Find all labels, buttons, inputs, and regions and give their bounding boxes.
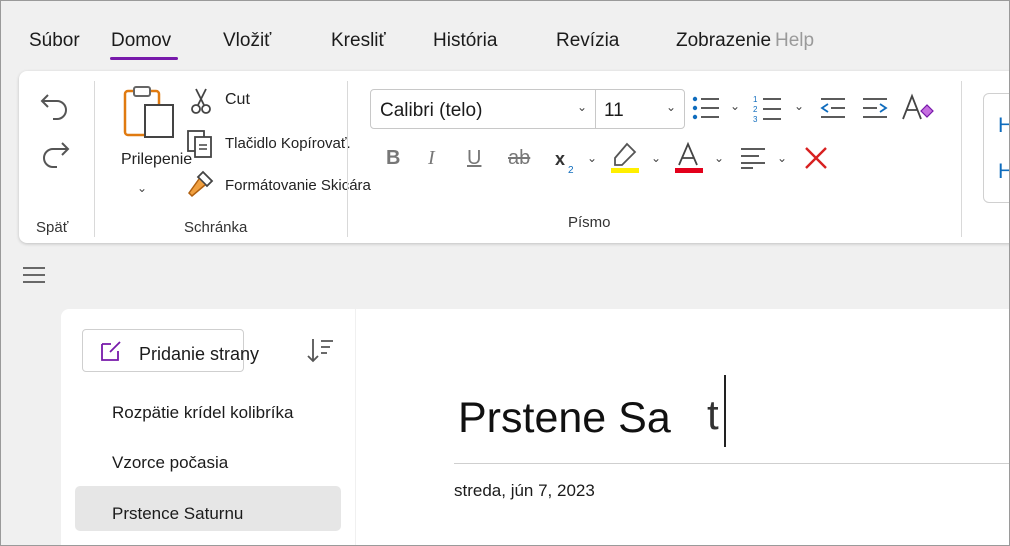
page-item-label: Prstence Saturnu	[112, 504, 244, 523]
add-page-button[interactable]: Pridanie strany	[82, 329, 259, 372]
svg-text:3: 3	[753, 115, 758, 123]
subscript-icon[interactable]: x 2	[553, 147, 579, 175]
font-group-label: Písmo	[568, 214, 611, 231]
underline-icon[interactable]: U	[467, 147, 481, 170]
increase-indent-icon[interactable]	[861, 97, 889, 119]
redo-icon[interactable]	[39, 139, 71, 169]
svg-text:2: 2	[753, 105, 758, 114]
heading-style-icon: H	[998, 160, 1009, 184]
svg-text:1: 1	[753, 95, 758, 104]
sort-icon[interactable]	[306, 337, 334, 363]
copy-icon[interactable]	[185, 129, 215, 159]
tab-draw[interactable]: Kresliť	[331, 30, 386, 52]
tab-file[interactable]: Súbor	[29, 30, 80, 52]
clipboard-paste-icon[interactable]	[121, 85, 177, 141]
highlight-chevron-down-icon[interactable]: ⌄	[651, 151, 661, 165]
align-icon[interactable]	[739, 147, 767, 169]
copy-button[interactable]: Tlačidlo Kopírovať.	[225, 135, 351, 152]
group-separator	[961, 81, 962, 237]
group-separator	[347, 81, 348, 237]
chevron-down-icon: ⌄	[577, 100, 588, 114]
page-item-weather[interactable]: Vzorce počasia	[112, 453, 228, 473]
font-name-value: Calibri (telo)	[380, 100, 483, 121]
bold-icon[interactable]: B	[386, 147, 400, 170]
note-canvas[interactable]	[356, 309, 1009, 545]
add-page-label: Pridanie strany	[139, 344, 260, 364]
italic-icon[interactable]: I	[428, 147, 435, 170]
clear-formatting-icon[interactable]	[901, 93, 935, 123]
svg-text:2: 2	[568, 165, 574, 175]
title-underline	[454, 463, 1009, 464]
numbering-chevron-down-icon[interactable]: ⌄	[794, 99, 804, 113]
numbering-icon[interactable]: 1 2 3	[751, 93, 783, 123]
highlighter-icon[interactable]	[609, 141, 641, 175]
font-color-icon[interactable]	[673, 141, 705, 175]
group-separator	[94, 81, 95, 237]
tab-view[interactable]: Zobrazenie	[676, 30, 771, 52]
format-painter-icon[interactable]	[185, 169, 215, 199]
svg-text:x: x	[555, 149, 565, 169]
tab-home[interactable]: Domov	[111, 30, 171, 52]
page-item-saturn-selected[interactable]: Prstence Saturnu	[75, 486, 341, 531]
font-size-dropdown[interactable]: 11 ⌄	[595, 89, 685, 129]
tab-help[interactable]: Help	[775, 30, 814, 52]
strikethrough-icon[interactable]: ab	[508, 147, 530, 170]
chevron-down-icon: ⌄	[666, 100, 677, 114]
paste-button-label[interactable]: Prilepenie	[121, 151, 192, 169]
page-item-hummingbird[interactable]: Rozpätie krídel kolibríka	[112, 403, 293, 423]
styles-gallery[interactable]: H H	[983, 93, 1009, 203]
tab-insert[interactable]: Vložiť	[223, 30, 271, 52]
title-cursor-char: t	[707, 391, 719, 438]
scissors-icon[interactable]	[189, 87, 213, 115]
active-tab-indicator	[110, 57, 178, 60]
cut-button[interactable]: Cut	[225, 91, 250, 109]
onenote-window: Súbor Domov Vložiť Kresliť História Reví…	[0, 0, 1010, 546]
align-chevron-down-icon[interactable]: ⌄	[777, 151, 787, 165]
format-painter-button[interactable]: Formátovanie Skicára	[225, 177, 371, 194]
tab-review[interactable]: Revízia	[556, 30, 619, 52]
hamburger-menu-icon[interactable]	[22, 265, 46, 285]
tab-history[interactable]: História	[433, 30, 497, 52]
clipboard-group-label: Schránka	[184, 219, 248, 236]
undo-group-label: Späť	[36, 219, 69, 236]
clear-all-formatting-icon[interactable]	[803, 145, 829, 171]
bullets-chevron-down-icon[interactable]: ⌄	[730, 99, 740, 113]
text-cursor	[724, 375, 726, 447]
decrease-indent-icon[interactable]	[819, 97, 847, 119]
undo-icon[interactable]	[39, 91, 71, 121]
font-color-chevron-down-icon[interactable]: ⌄	[714, 151, 724, 165]
heading-style-icon: H	[998, 114, 1009, 138]
font-size-value: 11	[604, 100, 624, 121]
add-page-icon	[101, 341, 121, 361]
subscript-chevron-down-icon[interactable]: ⌄	[587, 151, 597, 165]
font-name-dropdown[interactable]: Calibri (telo) ⌄	[370, 89, 596, 129]
page-title[interactable]: Prstene Sa	[458, 394, 671, 443]
page-date: streda, jún 7, 2023	[454, 481, 595, 500]
bullets-icon[interactable]	[691, 95, 721, 121]
paste-chevron-down-icon[interactable]: ⌄	[137, 181, 147, 195]
